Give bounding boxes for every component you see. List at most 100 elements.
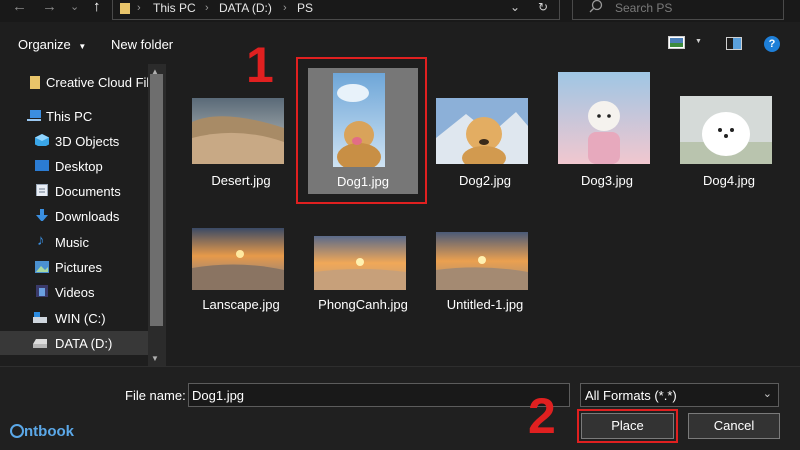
sidebar-item-label: This PC	[46, 109, 93, 124]
sidebar-item-label: Music	[55, 235, 89, 250]
address-path-box[interactable]: › This PC › DATA (D:) › PS ⌄ ↻	[112, 0, 560, 20]
forward-arrow-icon[interactable]: →	[42, 0, 57, 16]
video-icon	[36, 285, 48, 297]
sidebar-item-creative-cloud[interactable]: Creative Cloud File	[0, 70, 157, 94]
preview-pane-icon[interactable]	[726, 37, 742, 50]
file-name: Lanscape.jpg	[202, 297, 280, 312]
view-options-icon[interactable]	[668, 36, 686, 50]
folder-icon	[120, 3, 130, 14]
drive-icon	[33, 312, 47, 323]
cube-icon	[35, 134, 49, 146]
sidebar-item-win-c[interactable]: WIN (C:)	[0, 306, 148, 330]
sidebar-item-downloads[interactable]: Downloads	[0, 204, 148, 228]
file-tile-desert[interactable]: Desert.jpg	[186, 64, 296, 204]
file-name: Dog2.jpg	[458, 173, 512, 188]
music-icon: ♪	[37, 232, 45, 249]
new-folder-button[interactable]: New folder	[111, 37, 173, 52]
file-name: Dog4.jpg	[702, 173, 756, 188]
search-placeholder: Search PS	[615, 1, 673, 15]
file-tile-dog3[interactable]: Dog3.jpg	[552, 64, 662, 204]
sidebar-item-label: Documents	[55, 184, 121, 199]
cancel-button[interactable]: Cancel	[688, 413, 780, 439]
search-input[interactable]: Search PS	[572, 0, 784, 20]
file-format-select[interactable]: All Formats (*.*) ⌄	[580, 383, 779, 407]
sidebar-item-label: 3D Objects	[55, 134, 120, 149]
step-1-number: 1	[246, 37, 274, 93]
dog4-thumbnail	[680, 96, 772, 164]
sidebar-item-label: Videos	[55, 285, 95, 300]
file-name: Dog3.jpg	[580, 173, 634, 188]
address-bar-row: ← → ⌄ ↑ › This PC › DATA (D:) › PS ⌄ ↻ S…	[0, 0, 800, 22]
sidebar-item-label: DATA (D:)	[55, 336, 113, 351]
scroll-down-arrow-icon[interactable]: ▼	[151, 354, 159, 363]
logo-mark-icon	[10, 424, 24, 438]
phongcanh-thumbnail	[314, 236, 406, 290]
breadcrumb-ps[interactable]: PS	[297, 1, 313, 15]
sidebar-item-videos[interactable]: Videos	[0, 280, 148, 304]
ntbook-logo: ntbook	[10, 423, 74, 440]
sidebar-item-pictures[interactable]: Pictures	[0, 255, 148, 279]
chevron-down-icon: ⌄	[762, 388, 772, 400]
sidebar-item-desktop[interactable]: Desktop	[0, 154, 148, 178]
step-2-number: 2	[528, 388, 556, 444]
document-icon	[36, 184, 48, 196]
sidebar-item-label: Downloads	[55, 209, 120, 224]
dog2-thumbnail	[436, 98, 528, 164]
file-name: PhongCanh.jpg	[318, 297, 408, 312]
organize-label: Organize	[18, 37, 71, 52]
sidebar-item-label: Creative Cloud File	[46, 75, 157, 90]
file-tile-phongcanh[interactable]: PhongCanh.jpg	[308, 214, 418, 314]
file-name-input[interactable]: Dog1.jpg	[188, 383, 570, 407]
logo-text: ntbook	[24, 423, 74, 440]
navigation-pane: Creative Cloud File This PC 3D Objects D…	[0, 64, 166, 366]
sidebar-item-music[interactable]: ♪ Music	[0, 230, 148, 254]
untitled-1-thumbnail	[436, 232, 528, 290]
folder-icon	[30, 76, 40, 89]
file-name-value: Dog1.jpg	[192, 388, 245, 403]
sidebar-scrollbar-thumb[interactable]	[150, 74, 163, 326]
file-name-label: File name:	[125, 388, 186, 403]
refresh-icon[interactable]: ↻	[538, 0, 548, 14]
file-name: Desert.jpg	[211, 173, 271, 188]
dialog-footer: File name: Dog1.jpg All Formats (*.*) ⌄ …	[0, 366, 800, 450]
file-tile-lanscape[interactable]: Lanscape.jpg	[186, 214, 296, 314]
sidebar-item-this-pc[interactable]: This PC	[0, 104, 148, 128]
file-tile-dog4[interactable]: Dog4.jpg	[674, 64, 784, 204]
sidebar-item-label: WIN (C:)	[55, 311, 106, 326]
back-arrow-icon[interactable]: ←	[12, 0, 27, 16]
sidebar-item-data-d[interactable]: DATA (D:)	[0, 331, 148, 355]
drive-icon	[33, 339, 47, 348]
computer-icon	[27, 110, 41, 121]
help-icon[interactable]: ?	[764, 36, 780, 52]
breadcrumb-separator: ›	[283, 2, 287, 14]
recent-locations-chevron-icon[interactable]: ⌄	[70, 0, 79, 16]
breadcrumb-separator: ›	[137, 2, 141, 14]
desktop-icon	[35, 160, 49, 171]
step-2-highlight-box	[577, 409, 678, 443]
sidebar-item-label: Desktop	[55, 159, 103, 174]
breadcrumb-separator: ›	[205, 2, 209, 14]
file-name: Untitled-1.jpg	[446, 297, 524, 312]
scroll-up-arrow-icon[interactable]: ▲	[151, 67, 159, 76]
dog3-thumbnail	[558, 72, 650, 164]
sidebar-item-3d-objects[interactable]: 3D Objects	[0, 129, 148, 153]
caret-down-icon: ▼	[78, 42, 87, 51]
breadcrumb-data-d[interactable]: DATA (D:)	[219, 1, 272, 15]
breadcrumb-this-pc[interactable]: This PC	[153, 1, 196, 15]
step-1-highlight-box	[296, 57, 427, 204]
pictures-icon	[35, 261, 49, 273]
view-options-caret-icon[interactable]: ▼	[695, 38, 702, 45]
organize-button[interactable]: Organize ▼	[18, 37, 86, 52]
up-arrow-icon[interactable]: ↑	[93, 0, 101, 16]
sidebar-item-label: Pictures	[55, 260, 102, 275]
file-format-value: All Formats (*.*)	[585, 388, 677, 403]
download-icon	[36, 209, 48, 221]
search-icon	[589, 0, 603, 13]
lanscape-thumbnail	[192, 228, 284, 290]
file-tile-dog2[interactable]: Dog2.jpg	[430, 64, 540, 204]
address-dropdown-chevron-icon[interactable]: ⌄	[510, 0, 520, 14]
file-list-area: Desert.jpg Dog1.jpg Dog2.jpg Dog3.jpg Do…	[166, 64, 800, 366]
sidebar-item-documents[interactable]: Documents	[0, 179, 148, 203]
file-tile-untitled-1[interactable]: Untitled-1.jpg	[430, 214, 540, 314]
desert-thumbnail	[192, 98, 284, 164]
